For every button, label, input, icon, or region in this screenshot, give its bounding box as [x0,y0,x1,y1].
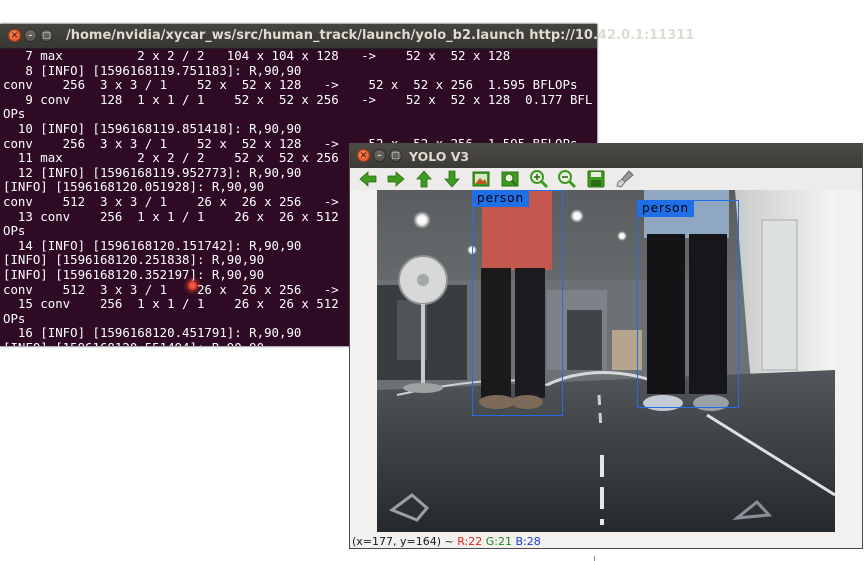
close-icon[interactable]: ✕ [357,149,370,162]
camera-view[interactable]: person person [377,190,835,532]
image-icon[interactable] [471,169,491,189]
yolo-title: YOLO V3 [409,149,470,164]
toolbar [350,168,862,190]
terminal-line: OPs [3,106,26,122]
maximize-icon[interactable]: □ [40,29,53,42]
mouse-pointer-highlight [188,281,197,290]
terminal-titlebar[interactable]: ✕ – □ /home/nvidia/xycar_ws/src/human_tr… [0,24,694,49]
terminal-line: 8 [INFO] [1596168119.751183]: R,90,90 [3,62,302,78]
detection-box: person [637,200,739,408]
camera-frame-image [377,190,835,532]
zoom-in-icon[interactable] [529,169,549,189]
pixel-red-value: R:22 [457,535,483,548]
terminal-line: conv 256 3 x 3 / 1 52 x 52 x 128 -> 52 x… [3,77,578,93]
detection-box: person [472,190,563,416]
pixel-green-value: G:21 [485,535,512,548]
yolo-titlebar[interactable]: ✕ – □ YOLO V3 [350,144,862,168]
pixel-blue-value: B:28 [515,535,541,548]
arrow-up-icon[interactable] [414,169,434,189]
terminal-line: 10 [INFO] [1596168119.851418]: R,90,90 [3,120,302,136]
terminal-line: 9 conv 128 1 x 1 / 1 52 x 52 x 256 -> 52… [3,91,593,107]
yolo-window[interactable]: ✕ – □ YOLO V3 person person (x=177, y=16… [349,143,863,549]
arrow-down-icon[interactable] [442,169,462,189]
terminal-title: /home/nvidia/xycar_ws/src/human_track/la… [66,28,695,43]
cursor-coordinates: (x=177, y=164) ~ [352,535,454,548]
arrow-right-icon[interactable] [386,169,406,189]
detection-label: person [637,200,695,217]
arrow-left-icon[interactable] [358,169,378,189]
brush-icon[interactable] [615,169,635,189]
zoom-fit-icon[interactable] [500,169,520,189]
terminal-line: 7 max 2 x 2 / 2 104 x 104 x 128 -> 52 x … [3,49,511,63]
minimize-icon[interactable]: – [24,29,37,42]
maximize-icon[interactable]: □ [389,149,402,162]
zoom-out-icon[interactable] [557,169,577,189]
edge-mark [594,556,595,561]
save-icon[interactable] [586,169,606,189]
close-icon[interactable]: ✕ [8,29,21,42]
status-bar: (x=177, y=164) ~ R:22 G:21 B:28 [352,535,541,549]
detection-label: person [472,190,530,207]
minimize-icon[interactable]: – [373,149,386,162]
